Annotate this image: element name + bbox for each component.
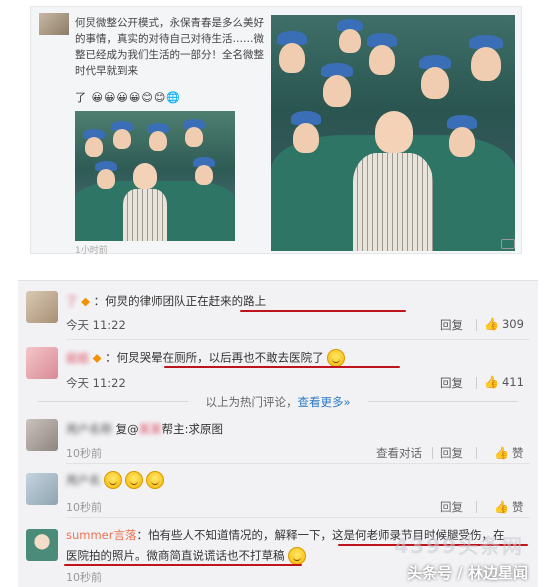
commenter-name[interactable]: 了 — [66, 294, 78, 308]
commenter-avatar[interactable] — [26, 419, 58, 451]
emoji-icon — [288, 547, 307, 565]
comment-time: 10秒前 — [66, 571, 102, 584]
like-button[interactable]: 👍 赞 — [494, 445, 523, 461]
comment-text-continued: 医院拍的照片。微商简直说谎话也不打草稿 — [66, 548, 285, 563]
vip-badge-icon: ◆ — [81, 294, 91, 308]
post-text: 何炅微整公开模式，永保青春是多么美好的事情，真实的对待自己对待生活……微整已经成… — [75, 17, 264, 77]
view-conversation-button[interactable]: 查看对话 — [376, 445, 422, 461]
comment-time: 10秒前 — [66, 501, 102, 514]
emoji-icons: 😀😀😀😀😊😊🌐 — [91, 91, 181, 104]
reply-button[interactable]: 回复 — [440, 445, 463, 461]
divider — [66, 339, 530, 340]
action-separator — [476, 501, 477, 513]
site-watermark: 4399头条网 — [394, 534, 524, 558]
reply-button[interactable]: 回复 — [440, 375, 463, 391]
author-watermark: 头条号 / 林边星闻 — [407, 564, 528, 582]
comment-text: ：何炅的律师团队正在赶来的路上 — [93, 294, 267, 308]
commenter-name[interactable]: 用户名 — [66, 473, 101, 487]
post-thumbnail-image[interactable] — [75, 111, 235, 241]
highlight-underline — [64, 564, 302, 566]
comment-text: ：何炅哭晕在厕所，以后再也不敢去医院了 — [105, 350, 324, 365]
image-gallery-icon[interactable] — [501, 239, 515, 249]
view-more-link[interactable]: 查看更多» — [297, 395, 350, 409]
weibo-post-card: 何炅微整公开模式，永保青春是多么美好的事情，真实的对待自己对待生活……微整已经成… — [30, 6, 522, 256]
highlight-underline — [240, 310, 406, 312]
emoji-icon — [327, 349, 346, 367]
post-emoji-row: 了 😀😀😀😀😊😊🌐 — [75, 89, 181, 105]
like-count: 309 — [501, 317, 524, 331]
emoji-row — [104, 471, 167, 489]
action-separator — [476, 319, 477, 331]
action-separator — [476, 377, 477, 389]
thumbs-up-icon: 👍 — [494, 446, 509, 460]
thumbs-up-icon: 👍 — [494, 500, 509, 514]
reply-button[interactable]: 回复 — [440, 499, 463, 515]
like-count: 411 — [501, 375, 524, 389]
comment-time: 今天 11:22 — [66, 318, 126, 332]
post-avatar[interactable] — [39, 13, 69, 35]
divider — [66, 517, 530, 518]
commenter-avatar[interactable] — [26, 291, 58, 323]
thumbs-up-icon: 👍 — [484, 317, 499, 331]
action-separator — [432, 447, 433, 459]
like-button[interactable]: 👍 309 — [484, 317, 524, 331]
comment-text: 复@某某帮主:求原图 — [115, 422, 224, 436]
post-timestamp: 1小时前 — [75, 246, 108, 256]
like-button[interactable]: 👍 赞 — [494, 499, 523, 515]
thumbs-up-icon: 👍 — [484, 375, 499, 389]
commenter-name[interactable]: 姐姐 — [66, 351, 89, 365]
comment-time: 今天 11:22 — [66, 376, 126, 390]
post-emoji-prefix: 了 — [75, 91, 87, 104]
commenter-name[interactable]: summer言落 — [66, 528, 137, 542]
like-button[interactable]: 👍 411 — [484, 375, 524, 389]
commenter-avatar[interactable] — [26, 529, 58, 561]
commenter-avatar[interactable] — [26, 473, 58, 505]
hot-comments-divider: 以上为热门评论，查看更多» — [18, 394, 538, 410]
reply-button[interactable]: 回复 — [440, 317, 463, 333]
comment-list: 了 ◆ ：何炅的律师团队正在赶来的路上 今天 11:22 回复 👍 309 姐姐 … — [18, 280, 538, 587]
comment-time: 10秒前 — [66, 447, 102, 460]
commenter-avatar[interactable] — [26, 347, 58, 379]
vip-badge-icon: ◆ — [92, 350, 102, 365]
highlight-underline — [164, 366, 400, 368]
post-main-photo[interactable] — [271, 15, 515, 251]
action-separator — [476, 447, 477, 459]
divider — [66, 463, 530, 464]
commenter-name[interactable]: 用户名称 — [66, 422, 112, 436]
